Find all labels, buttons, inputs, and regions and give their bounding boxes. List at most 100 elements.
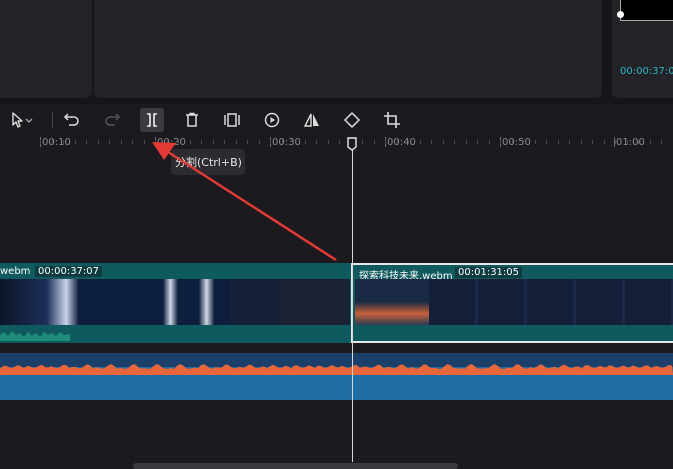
ruler-minor-tick <box>98 140 99 144</box>
redo-icon <box>105 113 121 126</box>
undo-icon <box>63 113 79 126</box>
ruler-minor-tick <box>293 140 294 144</box>
ruler-minor-tick <box>604 140 605 144</box>
freeze-frame-button[interactable] <box>220 108 244 132</box>
ruler-minor-tick <box>466 140 467 144</box>
clip-thumbnail <box>280 279 350 325</box>
ruler-minor-tick <box>167 140 168 144</box>
reverse-button[interactable] <box>260 108 284 132</box>
ruler-minor-tick <box>270 140 271 144</box>
ruler-label: 00:40 <box>387 137 416 148</box>
ruler-minor-tick <box>75 140 76 144</box>
clip-name: webm <box>0 266 31 277</box>
ruler-minor-tick <box>420 140 421 144</box>
ruler-minor-tick <box>535 140 536 144</box>
clip-duration: 00:00:37:07 <box>35 266 103 277</box>
ruler-minor-tick <box>201 140 202 144</box>
freeze-frame-icon <box>224 113 240 127</box>
reverse-play-icon <box>264 112 280 128</box>
ruler-minor-tick <box>638 140 639 144</box>
ruler-minor-tick <box>489 140 490 144</box>
ruler-minor-tick <box>282 140 283 144</box>
crop-icon <box>384 112 400 128</box>
clip-thumbnail <box>355 279 429 325</box>
timeline-ruler[interactable] <box>0 137 673 151</box>
ruler-label: 00:10 <box>42 137 71 148</box>
ruler-minor-tick <box>661 140 662 144</box>
clip-audio-waveform <box>0 331 70 341</box>
ruler-minor-tick <box>63 140 64 144</box>
toolbar-divider <box>52 112 53 128</box>
redo-button[interactable] <box>100 108 124 132</box>
playhead-handle[interactable] <box>347 137 357 151</box>
timeline-scrollbar[interactable] <box>133 463 458 469</box>
ruler-minor-tick <box>627 140 628 144</box>
ruler-minor-tick <box>397 140 398 144</box>
ruler-minor-tick <box>132 140 133 144</box>
cursor-icon <box>12 112 33 128</box>
undo-button[interactable] <box>60 108 84 132</box>
ruler-minor-tick <box>52 140 53 144</box>
timeline-toolbar <box>0 104 673 137</box>
trash-icon <box>186 112 198 127</box>
ruler-minor-tick <box>155 140 156 144</box>
ruler-minor-tick <box>144 140 145 144</box>
ruler-minor-tick <box>40 140 41 144</box>
ruler-minor-tick <box>477 140 478 144</box>
ruler-minor-tick <box>592 140 593 144</box>
mirror-button[interactable] <box>300 108 324 132</box>
ruler-minor-tick <box>339 140 340 144</box>
ruler-minor-tick <box>247 140 248 144</box>
split-button[interactable] <box>140 108 164 132</box>
ruler-minor-tick <box>213 140 214 144</box>
preview-frame <box>620 0 673 21</box>
ruler-minor-tick <box>385 140 386 144</box>
audio-waveform <box>0 364 673 386</box>
clip-thumbnail <box>230 279 280 325</box>
ruler-minor-tick <box>316 140 317 144</box>
ruler-minor-tick <box>328 140 329 144</box>
clip-thumbnail <box>178 279 230 325</box>
ruler-minor-tick <box>650 140 651 144</box>
ruler-minor-tick <box>408 140 409 144</box>
ruler-minor-tick <box>305 140 306 144</box>
ruler-minor-tick <box>86 140 87 144</box>
rotate-button[interactable] <box>340 108 364 132</box>
ruler-minor-tick <box>569 140 570 144</box>
ruler-label: 00:30 <box>272 137 301 148</box>
rotate-icon <box>343 111 361 129</box>
properties-panel <box>94 0 602 98</box>
split-icon <box>147 113 157 127</box>
ruler-minor-tick <box>546 140 547 144</box>
ruler-minor-tick <box>224 140 225 144</box>
ruler-minor-tick <box>512 140 513 144</box>
ruler-minor-tick <box>443 140 444 144</box>
ruler-minor-tick <box>190 140 191 144</box>
mirror-icon <box>303 113 319 127</box>
playhead[interactable] <box>352 146 353 462</box>
preview-progress-handle[interactable] <box>617 11 624 18</box>
ruler-minor-tick <box>500 140 501 144</box>
ruler-minor-tick <box>615 140 616 144</box>
ruler-minor-tick <box>431 140 432 144</box>
ruler-label: 00:50 <box>502 137 531 148</box>
delete-button[interactable] <box>180 108 204 132</box>
media-panel <box>0 0 92 98</box>
ruler-minor-tick <box>523 140 524 144</box>
split-tooltip: 分割(Ctrl+B) <box>171 149 245 175</box>
ruler-minor-tick <box>581 140 582 144</box>
ruler-label: 01:00 <box>616 137 645 148</box>
clip-thumbnail <box>429 279 673 325</box>
clip-thumbnail <box>128 279 178 325</box>
crop-button[interactable] <box>380 108 404 132</box>
ruler-minor-tick <box>558 140 559 144</box>
ruler-minor-tick <box>121 140 122 144</box>
ruler-label: 00:20 <box>157 137 186 148</box>
ruler-minor-tick <box>236 140 237 144</box>
ruler-minor-tick <box>259 140 260 144</box>
clip-duration: 00:01:31:05 <box>455 267 523 278</box>
preview-timecode: 00:00:37:07 <box>620 66 673 77</box>
select-tool-button[interactable] <box>2 108 42 132</box>
ruler-minor-tick <box>178 140 179 144</box>
ruler-minor-tick <box>374 140 375 144</box>
